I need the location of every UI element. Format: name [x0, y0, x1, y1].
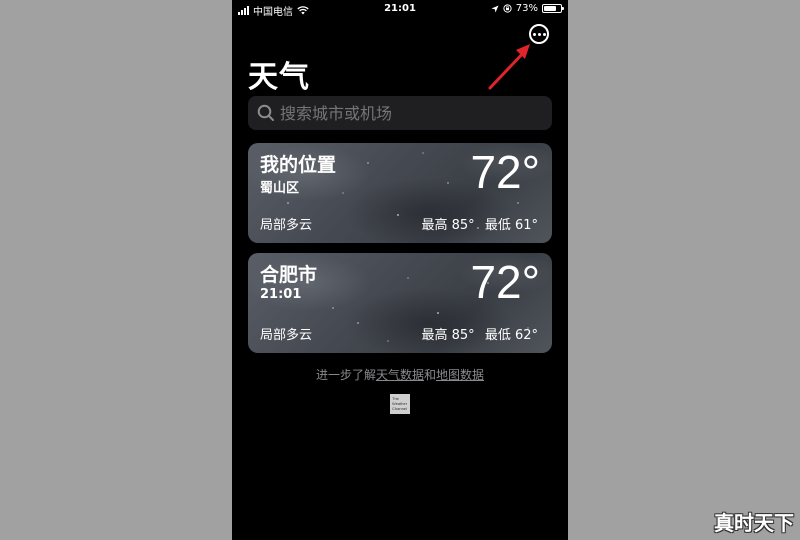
weather-data-link[interactable]: 天气数据	[376, 368, 424, 382]
location-icon	[491, 5, 499, 12]
city-name: 我的位置	[260, 154, 337, 176]
city-high: 最高 85°	[421, 328, 475, 343]
search-icon	[257, 104, 274, 121]
city-high-low: 最高 85° 最低 61°	[415, 214, 538, 233]
red-arrow-annotation	[488, 44, 530, 90]
status-right: 73%	[491, 3, 564, 14]
city-subtitle: 蜀山区	[260, 181, 300, 196]
footer-middle: 和	[424, 368, 437, 382]
battery-icon	[542, 4, 564, 13]
city-temperature: 72°	[470, 146, 540, 198]
weather-card-my-location[interactable]: 我的位置 蜀山区 72° 局部多云 最高 85° 最低 61°	[248, 143, 552, 243]
city-high: 最高 85°	[421, 218, 475, 233]
battery-percent: 73%	[515, 3, 538, 14]
status-bar: 中国电信 21:01 73%	[232, 0, 568, 18]
map-data-link[interactable]: 地图数据	[436, 368, 484, 382]
city-subtitle: 21:01	[260, 287, 302, 302]
footer-prefix: 进一步了解	[315, 368, 376, 382]
rotation-lock-icon	[503, 4, 512, 13]
weather-channel-logo[interactable]: The Weather Channel	[390, 394, 410, 414]
city-low: 最低 62°	[484, 328, 538, 343]
city-high-low: 最高 85° 最低 62°	[415, 324, 538, 343]
search-bar[interactable]	[248, 96, 552, 130]
watermark: 真时天下	[714, 511, 794, 535]
city-name: 合肥市	[260, 264, 318, 286]
city-temperature: 72°	[470, 256, 540, 308]
page-title: 天气	[248, 60, 310, 95]
footer-note: 进一步了解天气数据和地图数据	[232, 366, 568, 383]
city-low: 最低 61°	[484, 218, 538, 233]
phone-screen: 中国电信 21:01 73% 天气 搜索城市或机场 我的位置 蜀山区 72° 局…	[232, 0, 568, 540]
search-input[interactable]	[276, 102, 552, 124]
city-condition: 局部多云	[260, 328, 313, 343]
city-condition: 局部多云	[260, 218, 313, 233]
weather-card-hefei[interactable]: 合肥市 21:01 72° 局部多云 最高 85° 最低 62°	[248, 253, 552, 353]
ellipsis-circle-icon	[532, 32, 536, 36]
